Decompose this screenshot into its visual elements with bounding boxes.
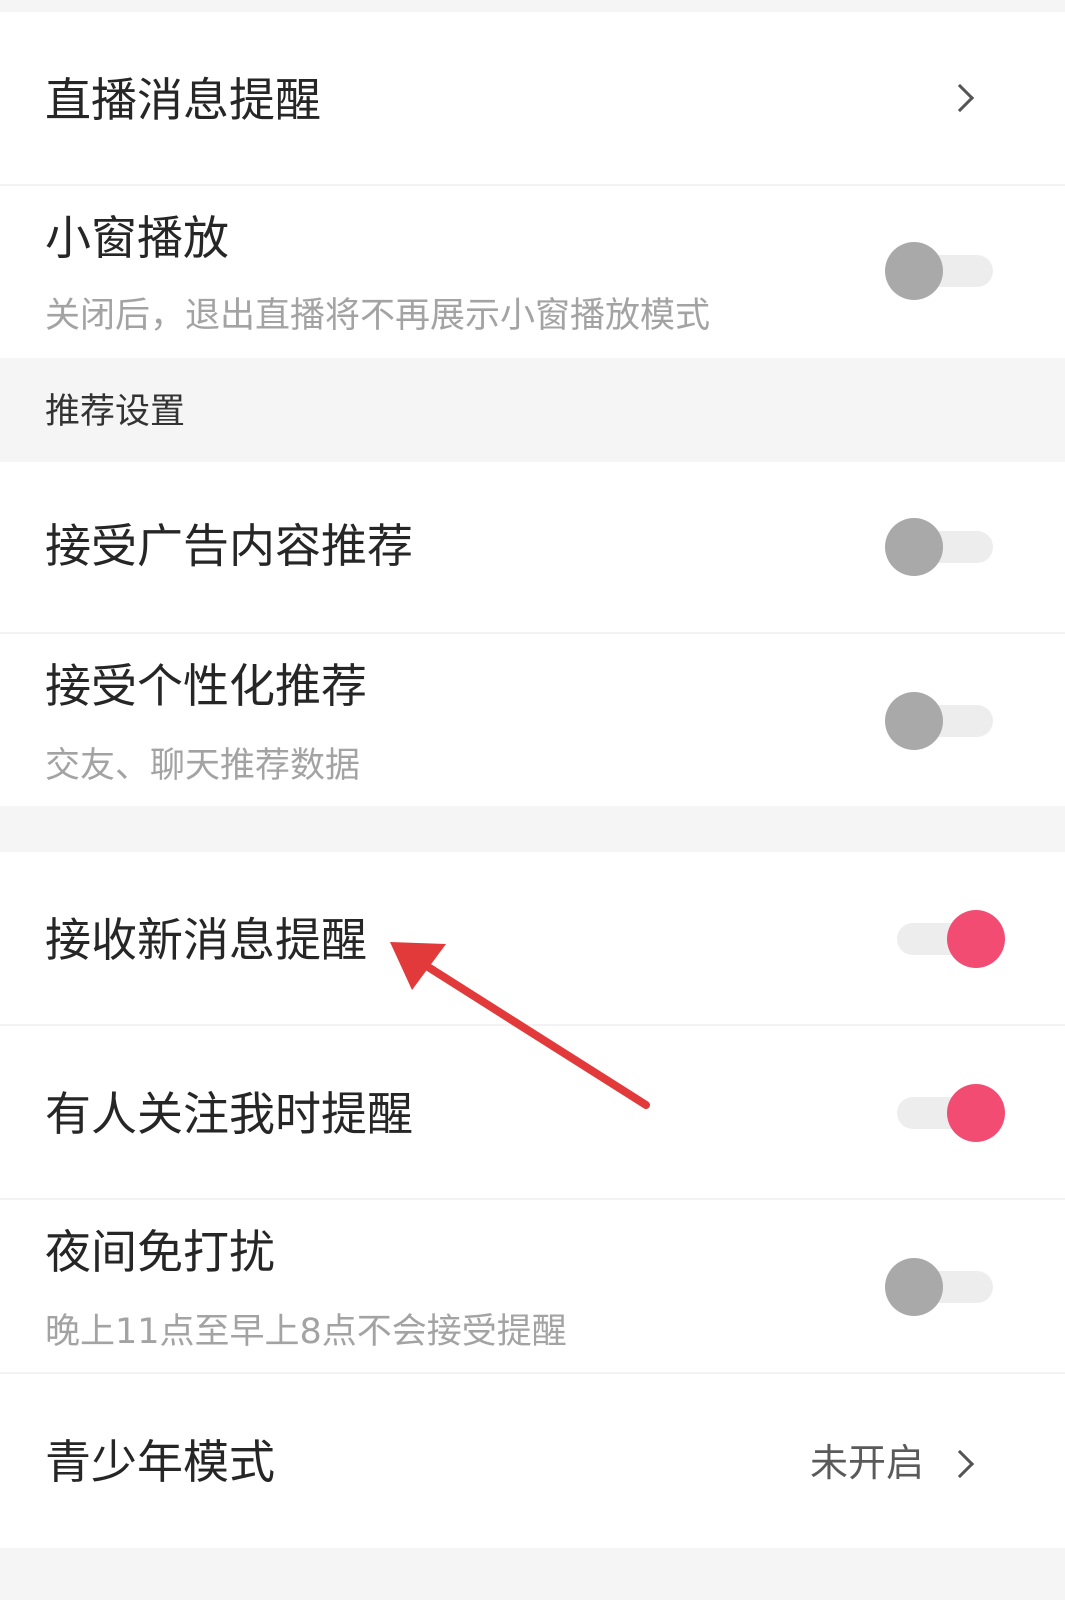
setting-ad-recommend: 接受广告内容推荐 [0,462,1065,632]
ad-recommend-toggle[interactable] [885,516,1005,578]
teen-mode-status: 未开启 [810,1441,925,1485]
setting-night-dnd: 夜间免打扰 晚上11点至早上8点不会接受提醒 [0,1200,1065,1372]
setting-night-dnd-subtitle: 晚上11点至早上8点不会接受提醒 [45,1312,567,1352]
setting-personalized-recommend-subtitle: 交友、聊天推荐数据 [45,746,361,786]
night-dnd-toggle[interactable] [885,1256,1005,1318]
new-message-reminder-toggle[interactable] [885,908,1005,970]
setting-mini-window-title: 小窗播放 [45,211,229,265]
setting-night-dnd-title: 夜间免打扰 [45,1225,275,1279]
top-gap [0,0,1065,12]
setting-new-message-reminder-title: 接收新消息提醒 [45,913,367,967]
toggle-knob [885,242,943,300]
setting-follow-reminder: 有人关注我时提醒 [0,1026,1065,1198]
chevron-right-icon [945,1449,975,1479]
setting-personalized-recommend: 接受个性化推荐 交友、聊天推荐数据 [0,634,1065,806]
setting-mini-window-subtitle: 关闭后，退出直播将不再展示小窗播放模式 [45,296,711,336]
follow-reminder-toggle[interactable] [885,1082,1005,1144]
section-gap [0,806,1065,852]
setting-teen-mode[interactable]: 青少年模式 未开启 [0,1374,1065,1548]
setting-ad-recommend-title: 接受广告内容推荐 [45,519,413,573]
section-header-recommend: 推荐设置 [0,358,1065,462]
toggle-knob [885,1258,943,1316]
setting-personalized-recommend-title: 接受个性化推荐 [45,659,367,713]
setting-live-reminder[interactable]: 直播消息提醒 [0,12,1065,184]
toggle-knob [947,910,1005,968]
setting-live-reminder-title: 直播消息提醒 [45,73,321,127]
chevron-right-icon [945,83,975,113]
mini-window-toggle[interactable] [885,240,1005,302]
toggle-knob [947,1084,1005,1142]
setting-new-message-reminder: 接收新消息提醒 [0,852,1065,1024]
setting-teen-mode-title: 青少年模式 [45,1435,275,1489]
setting-mini-window: 小窗播放 关闭后，退出直播将不再展示小窗播放模式 [0,186,1065,358]
bottom-gap [0,1548,1065,1600]
personalized-recommend-toggle[interactable] [885,690,1005,752]
toggle-knob [885,518,943,576]
section-title-recommend: 推荐设置 [45,392,186,432]
toggle-knob [885,692,943,750]
setting-follow-reminder-title: 有人关注我时提醒 [45,1087,413,1141]
